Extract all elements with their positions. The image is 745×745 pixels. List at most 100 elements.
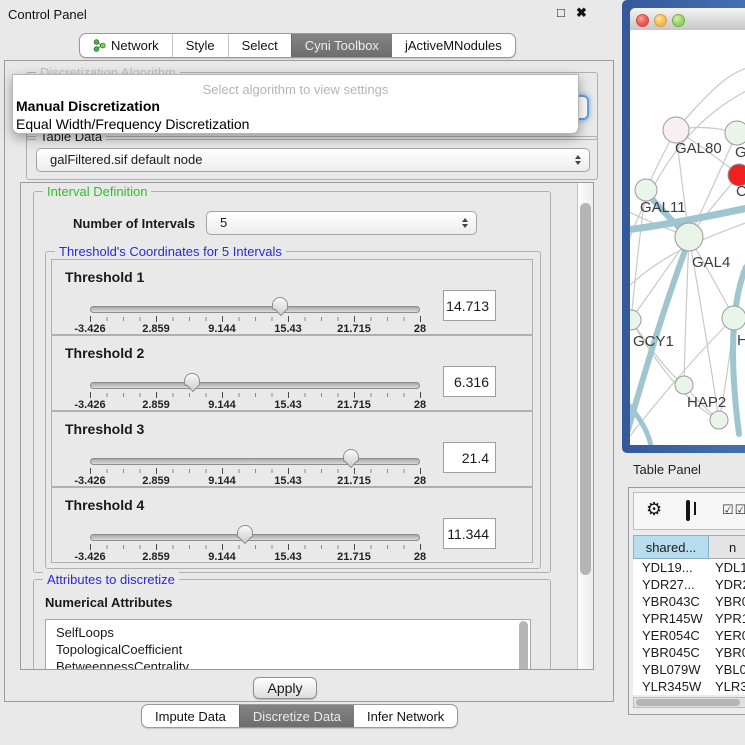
- table-settings-gear-icon[interactable]: ⚙: [646, 499, 662, 520]
- table-select-all-checkboxes-icon[interactable]: ☑☑: [722, 502, 745, 518]
- table-data-combobox[interactable]: galFiltered.sif default node: [36, 148, 590, 172]
- table-row[interactable]: YBL079WYBL0: [633, 661, 745, 678]
- threshold-2-value-field[interactable]: 6.316: [443, 366, 496, 397]
- threshold-3-label: Threshold 3: [65, 421, 144, 437]
- app-root: Control Panel □ ✖ Network Style Select C…: [0, 0, 745, 745]
- table-hscrollbar-thumb[interactable]: [636, 699, 740, 706]
- tab-cyni-toolbox-label: Cyni Toolbox: [305, 38, 379, 53]
- apply-button[interactable]: Apply: [253, 677, 317, 699]
- table-row[interactable]: YBR045CYBR0: [633, 644, 745, 661]
- network-node-label: H: [737, 332, 745, 349]
- mac-close-button[interactable]: [636, 14, 649, 27]
- table-row[interactable]: YER054CYER0: [633, 627, 745, 644]
- attributes-list-scrollbar[interactable]: [519, 621, 528, 670]
- slider-scale-label: 21.715: [337, 551, 371, 563]
- network-node[interactable]: [710, 411, 728, 429]
- numerical-attributes-label: Numerical Attributes: [45, 595, 172, 610]
- number-of-intervals-spinner[interactable]: 5: [206, 211, 477, 235]
- threshold-2-slider-thumb[interactable]: [184, 373, 200, 393]
- control-panel-tabs: Network Style Select Cyni Toolbox jActiv…: [79, 33, 516, 58]
- network-node-label: GAL11: [640, 199, 686, 216]
- table-cell: YER054C: [633, 627, 708, 644]
- tab-discretize-data-label: Discretize Data: [253, 709, 341, 724]
- table-rows: YDL19...YDL1YDR27...YDR2YBR043CYBR0YPR14…: [633, 559, 745, 695]
- threshold-4-value-field[interactable]: 11.344: [443, 518, 496, 549]
- column-header-name[interactable]: n: [709, 535, 745, 559]
- slider-scale-label: 21.715: [337, 399, 371, 411]
- table-cell: YPR1: [708, 610, 745, 627]
- threshold-4-panel: Threshold 4 -3.4262.8599.14415.4321.7152…: [51, 487, 533, 563]
- threshold-3-slider-track[interactable]: [90, 458, 420, 465]
- threshold-1-value-field[interactable]: 14.713: [443, 290, 496, 321]
- table-hscrollbar-track[interactable]: [633, 697, 745, 708]
- slider-scale-label: 2.859: [142, 323, 170, 335]
- table-cell: YDR2: [708, 576, 745, 593]
- table-cell: YER0: [708, 627, 745, 644]
- threshold-1-slider-thumb[interactable]: [272, 297, 288, 317]
- tab-style-label: Style: [186, 38, 215, 53]
- network-node[interactable]: [722, 306, 745, 330]
- tab-jactivemnodules[interactable]: jActiveMNodules: [392, 34, 515, 57]
- network-node[interactable]: [635, 179, 657, 201]
- network-window-titlebar: [630, 8, 745, 31]
- float-window-icon[interactable]: □: [557, 6, 565, 20]
- threshold-4-slider-scale: -3.4262.8599.14415.4321.71528: [90, 551, 420, 563]
- mac-minimize-button[interactable]: [654, 14, 667, 27]
- spinner-arrows-icon: [462, 218, 468, 228]
- network-node[interactable]: [675, 376, 693, 394]
- network-canvas[interactable]: GAL80GCGAL11GAL4GCY1HHAP2: [630, 30, 745, 445]
- slider-scale-label: 28: [414, 475, 426, 487]
- algorithm-option-manual[interactable]: Manual Discretization: [13, 97, 578, 115]
- table-toolbar: ⚙ ☑☑: [633, 492, 745, 530]
- window-title: Control Panel: [8, 7, 87, 22]
- slider-scale-label: 15.43: [274, 475, 302, 487]
- threshold-4-slider-thumb[interactable]: [237, 525, 253, 545]
- table-cell: YDR27...: [633, 576, 708, 593]
- threshold-1-slider-track[interactable]: [90, 306, 420, 313]
- tab-select[interactable]: Select: [228, 34, 291, 57]
- network-node[interactable]: [725, 121, 745, 145]
- algorithm-option-equal-width[interactable]: Equal Width/Frequency Discretization: [13, 115, 578, 133]
- tab-infer-network-label: Infer Network: [367, 709, 444, 724]
- table-row[interactable]: YLR345WYLR3: [633, 678, 745, 695]
- network-node[interactable]: [675, 223, 703, 251]
- table-cell: YBR0: [708, 593, 745, 610]
- threshold-3-value-field[interactable]: 21.4: [443, 442, 496, 473]
- attribute-item[interactable]: SelfLoops: [46, 624, 530, 641]
- threshold-2-label: Threshold 2: [65, 345, 144, 361]
- threshold-1-label: Threshold 1: [65, 269, 144, 285]
- tab-impute-data[interactable]: Impute Data: [142, 705, 239, 727]
- table-row[interactable]: YDR27...YDR2: [633, 576, 745, 593]
- threshold-4-slider-ticks: [90, 544, 421, 550]
- column-header-shared-name[interactable]: shared...: [633, 535, 709, 559]
- table-panel-title: Table Panel: [633, 462, 701, 477]
- threshold-3-slider-scale: -3.4262.8599.14415.4321.71528: [90, 475, 420, 487]
- tab-network[interactable]: Network: [80, 34, 172, 57]
- attribute-item[interactable]: TopologicalCoefficient: [46, 641, 530, 658]
- threshold-2-slider-ticks: [90, 392, 421, 398]
- threshold-4-slider-track[interactable]: [90, 534, 420, 541]
- slider-scale-label: 9.144: [208, 475, 236, 487]
- table-cell: YBL079W: [633, 661, 708, 678]
- table-row[interactable]: YPR145WYPR1: [633, 610, 745, 627]
- pane-scrollbar-thumb[interactable]: [580, 203, 591, 575]
- threshold-2-slider-track[interactable]: [90, 382, 420, 389]
- table-row[interactable]: YBR043CYBR0: [633, 593, 745, 610]
- slider-scale-label: 15.43: [274, 323, 302, 335]
- attribute-item[interactable]: BetweennessCentrality: [46, 658, 530, 670]
- network-node[interactable]: [630, 310, 641, 330]
- table-panel: ⚙ ☑☑ shared... n YDL19...YDL1YDR27...YDR…: [628, 487, 745, 715]
- thresholds-group-title: Threshold's Coordinates for 5 Intervals: [55, 244, 286, 259]
- mac-zoom-button[interactable]: [672, 14, 685, 27]
- numerical-attributes-list[interactable]: SelfLoopsTopologicalCoefficientBetweenne…: [45, 619, 531, 670]
- network-icon: [93, 39, 106, 52]
- table-row[interactable]: YDL19...YDL1: [633, 559, 745, 576]
- threshold-3-slider-thumb[interactable]: [343, 449, 359, 469]
- tab-infer-network[interactable]: Infer Network: [354, 705, 457, 727]
- tab-style[interactable]: Style: [172, 34, 228, 57]
- close-window-icon[interactable]: ✖: [576, 6, 587, 20]
- table-columns-icon[interactable]: [686, 500, 690, 521]
- slider-scale-label: 2.859: [142, 551, 170, 563]
- tab-discretize-data[interactable]: Discretize Data: [239, 705, 354, 727]
- tab-cyni-toolbox[interactable]: Cyni Toolbox: [291, 34, 392, 57]
